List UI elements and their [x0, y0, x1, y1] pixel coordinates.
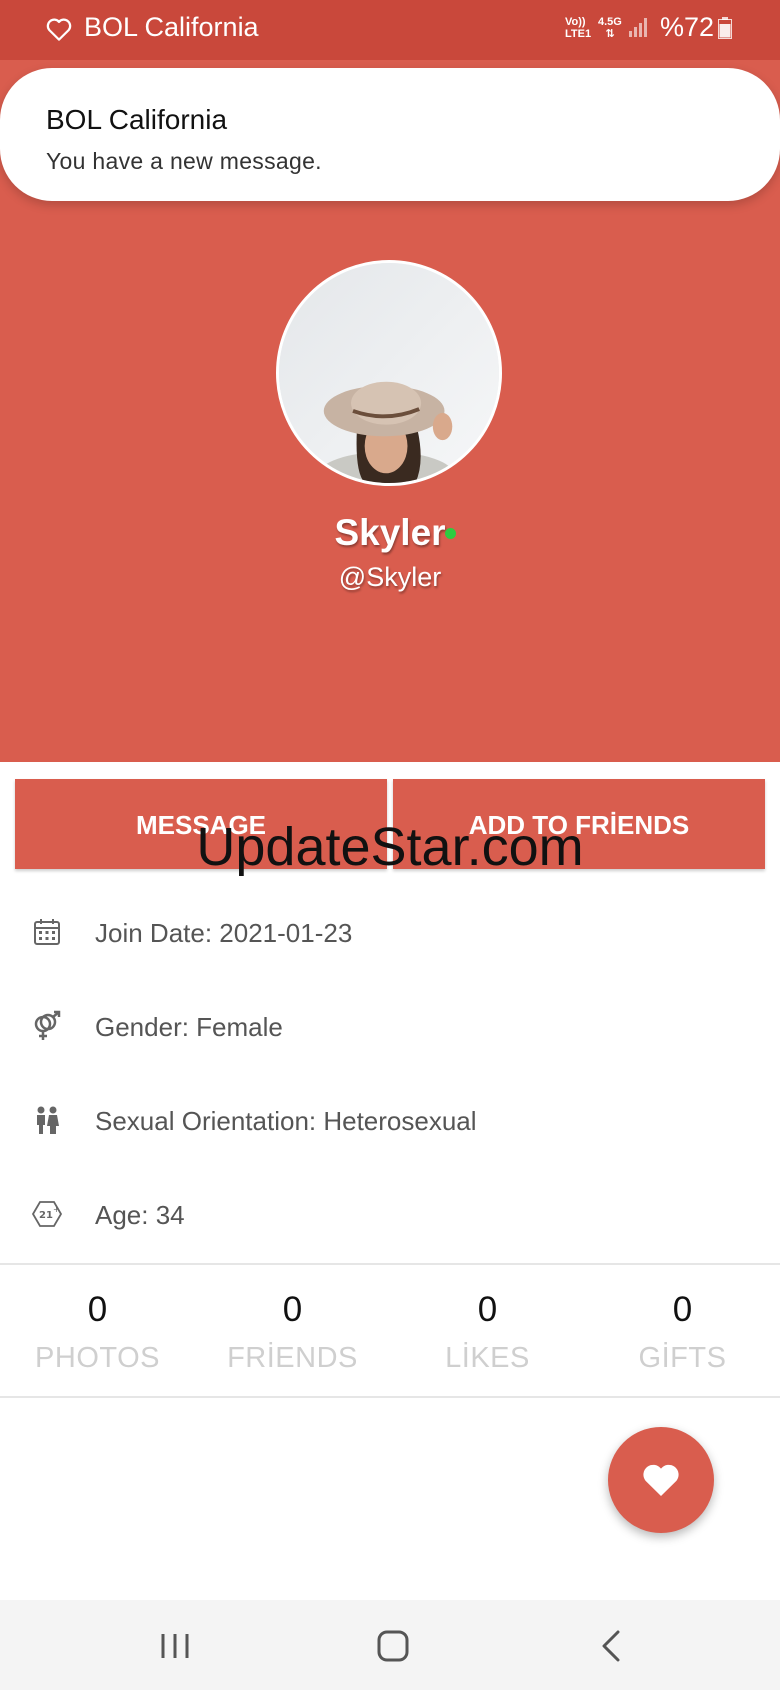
signal-icon: [629, 18, 647, 37]
stats-divider-top: [0, 1263, 780, 1265]
couple-icon: [37, 1106, 59, 1134]
stat-photos[interactable]: 0 PHOTOS: [0, 1290, 195, 1375]
online-status-dot: [445, 528, 456, 539]
svg-text:+: +: [53, 1205, 60, 1214]
svg-text:21: 21: [39, 1210, 53, 1221]
notification-banner[interactable]: BOL California You have a new message.: [0, 68, 780, 201]
stat-gifts-value: 0: [672, 1290, 693, 1329]
data-arrows-icon: ⇅: [605, 28, 615, 40]
profile-name: Skyler: [334, 512, 446, 553]
heart-outline-icon: [46, 18, 72, 41]
gender-text: Gender: Female: [95, 1012, 283, 1042]
stat-photos-label: PHOTOS: [35, 1342, 160, 1374]
heart-icon: [643, 1464, 679, 1496]
stat-gifts-label: GİFTS: [638, 1342, 727, 1374]
info-row-age: 21 + Age: 34: [0, 1185, 780, 1245]
stat-friends[interactable]: 0 FRİENDS: [195, 1290, 390, 1375]
stat-likes-value: 0: [477, 1290, 498, 1329]
stat-likes[interactable]: 0 LİKES: [390, 1290, 585, 1375]
recents-icon[interactable]: [153, 1624, 197, 1668]
volte-label: Vo)): [565, 16, 586, 28]
lte-label: LTE1: [565, 28, 592, 40]
home-icon[interactable]: [371, 1624, 415, 1668]
notification-body: You have a new message.: [46, 148, 322, 174]
network-type-label: 4.5G: [598, 16, 622, 28]
notification-title: BOL California: [46, 104, 228, 135]
age-text: Age: 34: [95, 1200, 185, 1230]
status-app-name: BOL California: [84, 12, 259, 42]
stat-photos-value: 0: [87, 1290, 108, 1329]
system-nav-bar: [0, 1600, 780, 1690]
battery-icon: [718, 17, 732, 39]
stat-friends-label: FRİENDS: [227, 1342, 358, 1374]
info-row-gender: Gender: Female: [0, 997, 780, 1057]
info-row-orientation: Sexual Orientation: Heterosexual: [0, 1091, 780, 1151]
battery-percent: %72: [660, 12, 715, 42]
profile-name-row: Skyler: [0, 512, 780, 554]
status-bar: BOL California Vo)) LTE1 4.5G ⇅ %72: [0, 0, 780, 60]
info-row-join-date: Join Date: 2021-01-23: [0, 903, 780, 963]
calendar-icon: [34, 919, 60, 945]
back-icon[interactable]: [590, 1624, 634, 1668]
gender-icon: [34, 1010, 61, 1040]
join-date-text: Join Date: 2021-01-23: [95, 918, 353, 948]
profile-username: @Skyler: [338, 562, 442, 592]
like-fab-button[interactable]: [608, 1427, 714, 1533]
stats-divider-bottom: [0, 1396, 780, 1398]
avatar-photo: [279, 263, 499, 483]
add-to-friends-button[interactable]: ADD TO FRİENDS: [393, 779, 765, 869]
stat-gifts[interactable]: 0 GİFTS: [585, 1290, 780, 1375]
stat-friends-value: 0: [282, 1290, 303, 1329]
age-21-icon: 21 +: [31, 1201, 63, 1227]
stat-likes-label: LİKES: [445, 1342, 530, 1374]
network-indicator: Vo)) LTE1: [565, 16, 591, 40]
message-button[interactable]: MESSAGE: [15, 779, 387, 869]
network-type: 4.5G ⇅: [598, 16, 622, 40]
avatar[interactable]: [276, 260, 502, 486]
orientation-text: Sexual Orientation: Heterosexual: [95, 1106, 477, 1136]
